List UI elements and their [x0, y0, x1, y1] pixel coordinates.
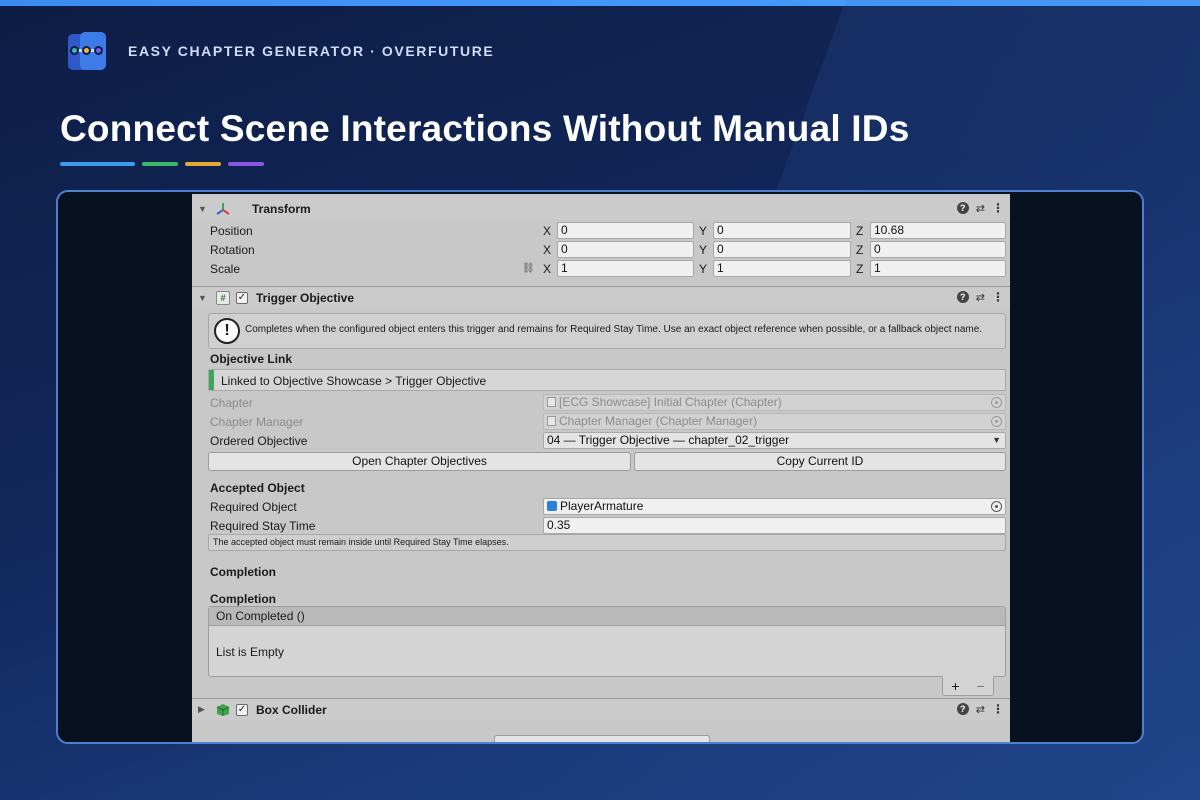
transform-header[interactable]: ▼ Transform ? ⇄ ⋮: [192, 198, 1010, 220]
chapter-manager-field: Chapter Manager (Chapter Manager): [543, 413, 1006, 430]
required-object-label: Required Object: [210, 500, 297, 514]
object-picker-icon[interactable]: [991, 501, 1002, 512]
required-object-field[interactable]: PlayerArmature: [543, 498, 1006, 515]
trigger-objective-title: Trigger Objective: [256, 290, 355, 305]
box-collider-cube-icon: [216, 703, 230, 717]
completion-subheader: Completion: [210, 592, 276, 606]
linked-status-stripe: [209, 370, 214, 390]
add-listener-button[interactable]: +: [951, 678, 959, 694]
on-completed-title: On Completed (): [209, 607, 1005, 626]
axis-x-label: X: [543, 243, 552, 257]
warning-icon: !: [214, 318, 240, 344]
box-collider-enabled-checkbox[interactable]: ✓: [236, 703, 248, 716]
box-collider-title: Box Collider: [256, 702, 327, 717]
game-object-cube-icon: [547, 501, 557, 511]
scale-label: Scale: [210, 262, 241, 276]
foldout-arrow-icon[interactable]: ▼: [198, 204, 210, 214]
ordered-objective-label: Ordered Objective: [210, 434, 308, 448]
required-object-value: PlayerArmature: [560, 499, 644, 513]
linked-status-text: Linked to Objective Showcase > Trigger O…: [221, 374, 487, 388]
help-box-text: Completes when the configured object ent…: [245, 324, 983, 335]
script-hash-icon: #: [216, 290, 230, 305]
axis-y-label: Y: [699, 224, 708, 238]
chapter-label: Chapter: [210, 396, 253, 410]
trigger-objective-header[interactable]: ▼ # ✓ Trigger Objective ? ⇄ ⋮: [192, 286, 1010, 308]
box-collider-header[interactable]: ▶ ✓ Box Collider ? ⇄ ⋮: [192, 698, 1010, 720]
presets-icon[interactable]: ⇄: [976, 202, 985, 215]
axis-z-label: Z: [856, 224, 864, 238]
scale-y-field[interactable]: 1: [713, 260, 851, 277]
brand: EASY CHAPTER GENERATOR · OVERFUTURE: [66, 30, 494, 72]
chapter-manager-value: Chapter Manager (Chapter Manager): [559, 414, 758, 428]
presets-icon[interactable]: ⇄: [976, 291, 985, 304]
rotation-x-field[interactable]: 0: [557, 241, 694, 258]
constrain-link-icon[interactable]: ⛓: [522, 263, 535, 274]
axis-y-label: Y: [699, 262, 708, 276]
copy-current-id-button[interactable]: Copy Current ID: [634, 452, 1006, 471]
event-list-controls: + −: [942, 676, 994, 696]
required-stay-time-field[interactable]: 0.35: [543, 517, 1006, 534]
add-component-button[interactable]: [494, 735, 710, 742]
axis-x-label: X: [543, 262, 552, 276]
rotation-label: Rotation: [210, 243, 255, 257]
headline-underline: [60, 162, 264, 166]
brand-name: EASY CHAPTER GENERATOR · OVERFUTURE: [128, 43, 495, 59]
context-menu-icon[interactable]: ⋮: [992, 702, 1004, 716]
on-completed-event: On Completed () List is Empty: [208, 606, 1006, 677]
ordered-objective-dropdown[interactable]: 04 — Trigger Objective — chapter_02_trig…: [543, 432, 1006, 449]
open-chapter-objectives-button[interactable]: Open Chapter Objectives: [208, 452, 631, 471]
completion-header: Completion: [210, 565, 276, 579]
stay-time-note: The accepted object must remain inside u…: [208, 534, 1006, 551]
chapter-manager-label: Chapter Manager: [210, 415, 304, 429]
trigger-enabled-checkbox[interactable]: ✓: [236, 291, 248, 304]
presets-icon[interactable]: ⇄: [976, 703, 985, 716]
scale-x-field[interactable]: 1: [557, 260, 694, 277]
chapter-value: [ECG Showcase] Initial Chapter (Chapter): [559, 395, 782, 409]
chapter-field: [ECG Showcase] Initial Chapter (Chapter): [543, 394, 1006, 411]
transform-title: Transform: [252, 202, 311, 216]
axis-x-label: X: [543, 224, 552, 238]
chevron-down-icon: ▼: [992, 435, 1001, 445]
object-picker-icon: [991, 416, 1002, 427]
accepted-object-header: Accepted Object: [210, 481, 305, 495]
position-z-field[interactable]: 10.68: [870, 222, 1006, 239]
help-icon[interactable]: ?: [956, 703, 969, 715]
position-x-field[interactable]: 0: [557, 222, 694, 239]
transform-axes-icon: [216, 202, 230, 216]
asset-icon: [547, 397, 556, 407]
linked-status-bar: Linked to Objective Showcase > Trigger O…: [208, 369, 1006, 391]
foldout-arrow-icon[interactable]: ▼: [198, 293, 210, 303]
axis-z-label: Z: [856, 243, 864, 257]
remove-listener-button[interactable]: −: [976, 678, 984, 694]
chapter-flow-logo-icon: [66, 30, 108, 72]
event-empty-text: List is Empty: [216, 645, 285, 659]
help-icon[interactable]: ?: [956, 202, 969, 214]
rotation-z-field[interactable]: 0: [870, 241, 1006, 258]
context-menu-icon[interactable]: ⋮: [992, 201, 1004, 215]
object-picker-icon: [991, 397, 1002, 408]
ordered-objective-value: 04 — Trigger Objective — chapter_02_trig…: [547, 433, 790, 447]
axis-z-label: Z: [856, 262, 864, 276]
page-headline: Connect Scene Interactions Without Manua…: [60, 108, 910, 149]
position-y-field[interactable]: 0: [713, 222, 851, 239]
required-stay-time-label: Required Stay Time: [210, 519, 316, 533]
position-label: Position: [210, 224, 253, 238]
scale-z-field[interactable]: 1: [870, 260, 1006, 277]
help-icon[interactable]: ?: [956, 291, 969, 303]
foldout-arrow-icon[interactable]: ▶: [198, 704, 210, 715]
context-menu-icon[interactable]: ⋮: [992, 290, 1004, 304]
rotation-y-field[interactable]: 0: [713, 241, 851, 258]
asset-icon: [547, 416, 556, 426]
objective-link-header: Objective Link: [210, 352, 293, 366]
help-box: ! Completes when the configured object e…: [208, 313, 1006, 349]
axis-y-label: Y: [699, 243, 708, 257]
inspector-panel: ▼ Transform ? ⇄ ⋮ Position X 0 Y 0 Z 10.…: [192, 194, 1010, 742]
screenshot-frame: ▼ Transform ? ⇄ ⋮ Position X 0 Y 0 Z 10.…: [56, 190, 1144, 744]
